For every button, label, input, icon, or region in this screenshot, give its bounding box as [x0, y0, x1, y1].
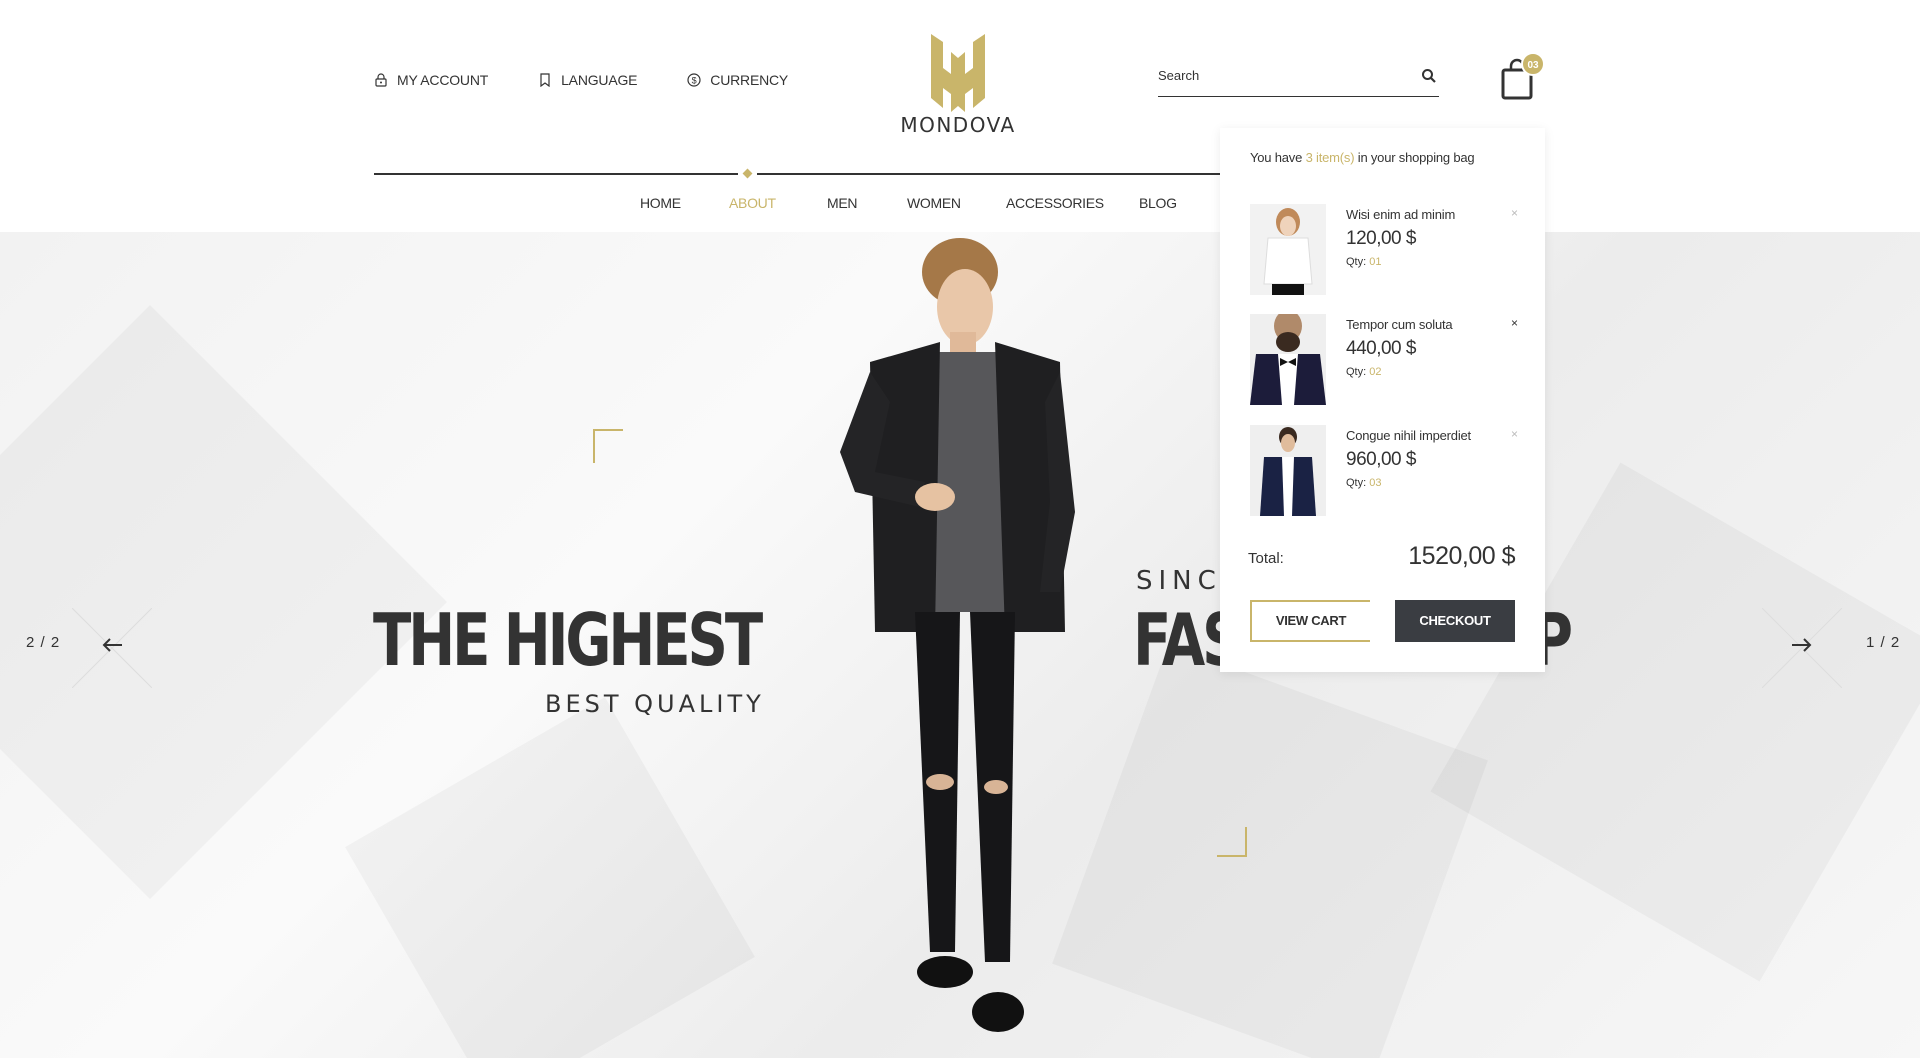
main-nav: HOME ABOUT MEN WOMEN ACCESSORIES BLOG — [640, 195, 1199, 211]
cart-item: Congue nihil imperdiet 960,00 $ Qty: 03 … — [1250, 425, 1518, 517]
language-link[interactable]: LANGUAGE — [538, 72, 637, 88]
product-thumbnail[interactable] — [1250, 204, 1326, 295]
product-thumbnail[interactable] — [1250, 314, 1326, 405]
remove-item-button[interactable]: × — [1511, 427, 1518, 441]
search-box — [1158, 60, 1439, 97]
hero-left-subtitle: BEST QUALITY — [545, 690, 765, 718]
svg-text:$: $ — [692, 76, 697, 86]
nav-men[interactable]: MEN — [827, 195, 907, 211]
search-icon[interactable] — [1421, 68, 1437, 84]
prev-slide-button[interactable] — [72, 608, 152, 688]
dollar-coin-icon: $ — [687, 73, 701, 87]
cart-message-prefix: You have — [1250, 150, 1303, 165]
cart-item-name[interactable]: Congue nihil imperdiet — [1346, 428, 1471, 443]
prev-slide-counter: 2 / 2 — [26, 634, 61, 651]
my-account-label: MY ACCOUNT — [397, 72, 489, 88]
cart-item-price: 960,00 $ — [1346, 449, 1416, 470]
cart-total-label: Total: — [1248, 550, 1284, 567]
nav-blog[interactable]: BLOG — [1139, 195, 1199, 211]
logo-text: MONDOVA — [900, 113, 1016, 137]
nav-accessories[interactable]: ACCESSORIES — [1006, 195, 1139, 211]
qty-value: 03 — [1369, 477, 1382, 489]
qty-label: Qty: — [1346, 256, 1367, 268]
top-links: MY ACCOUNT LANGUAGE $ CURRENCY — [374, 72, 788, 88]
nav-about[interactable]: ABOUT — [729, 195, 827, 211]
cart-total-value: 1520,00 $ — [1408, 542, 1515, 570]
cart-message: You have 3 item(s) in your shopping bag — [1250, 150, 1515, 165]
currency-link[interactable]: $ CURRENCY — [687, 72, 788, 88]
qty-value: 02 — [1369, 366, 1382, 378]
cart-item-price: 440,00 $ — [1346, 338, 1416, 359]
cart-dropdown: You have 3 item(s) in your shopping bag … — [1220, 128, 1545, 672]
qty-label: Qty: — [1346, 477, 1367, 489]
logo-mark-icon — [931, 34, 985, 112]
site-header: MY ACCOUNT LANGUAGE $ CURRENCY MONDOVA 0… — [0, 0, 1920, 232]
cart-item-qty: Qty: 01 — [1346, 256, 1381, 268]
lock-icon — [375, 73, 387, 87]
product-thumbnail[interactable] — [1250, 425, 1326, 516]
qty-value: 01 — [1369, 256, 1382, 268]
next-slide-counter: 1 / 2 — [1866, 634, 1901, 651]
cart-message-count: 3 item(s) — [1305, 150, 1355, 165]
cart-item-qty: Qty: 03 — [1346, 477, 1381, 489]
remove-item-button[interactable]: × — [1511, 316, 1518, 330]
cart-count-badge: 03 — [1521, 52, 1545, 76]
currency-label: CURRENCY — [710, 72, 789, 88]
view-cart-button[interactable]: VIEW CART — [1250, 600, 1370, 642]
nav-divider-diamond — [742, 168, 753, 179]
my-account-link[interactable]: MY ACCOUNT — [374, 72, 488, 88]
nav-divider-left — [374, 173, 738, 175]
language-label: LANGUAGE — [561, 72, 638, 88]
bg-facet — [345, 697, 755, 1058]
nav-women[interactable]: WOMEN — [907, 195, 1006, 211]
frame-corner-top-left — [593, 429, 623, 463]
hero-left-title: THE HIGHEST — [373, 598, 763, 682]
frame-corner-bottom-right — [1217, 827, 1247, 857]
site-logo[interactable]: MONDOVA — [898, 28, 1018, 137]
next-slide-button[interactable] — [1762, 608, 1842, 688]
nav-divider-right — [757, 173, 1220, 175]
remove-item-button[interactable]: × — [1511, 206, 1518, 220]
cart-message-suffix: in your shopping bag — [1357, 150, 1475, 165]
bg-facet — [1052, 644, 1488, 1058]
bookmark-icon — [540, 73, 550, 87]
cart-item: Tempor cum soluta 440,00 $ Qty: 02 × — [1250, 314, 1518, 406]
search-input[interactable] — [1158, 60, 1398, 90]
cart-item-qty: Qty: 02 — [1346, 366, 1381, 378]
cart-item-name[interactable]: Tempor cum soluta — [1346, 317, 1453, 332]
cart-item-price: 120,00 $ — [1346, 228, 1416, 249]
checkout-button[interactable]: CHECKOUT — [1395, 600, 1515, 642]
cart-item-name[interactable]: Wisi enim ad minim — [1346, 207, 1455, 222]
hero-model-image — [840, 238, 1075, 1032]
qty-label: Qty: — [1346, 366, 1367, 378]
nav-home[interactable]: HOME — [640, 195, 729, 211]
cart-item: Wisi enim ad minim 120,00 $ Qty: 01 × — [1250, 204, 1518, 296]
